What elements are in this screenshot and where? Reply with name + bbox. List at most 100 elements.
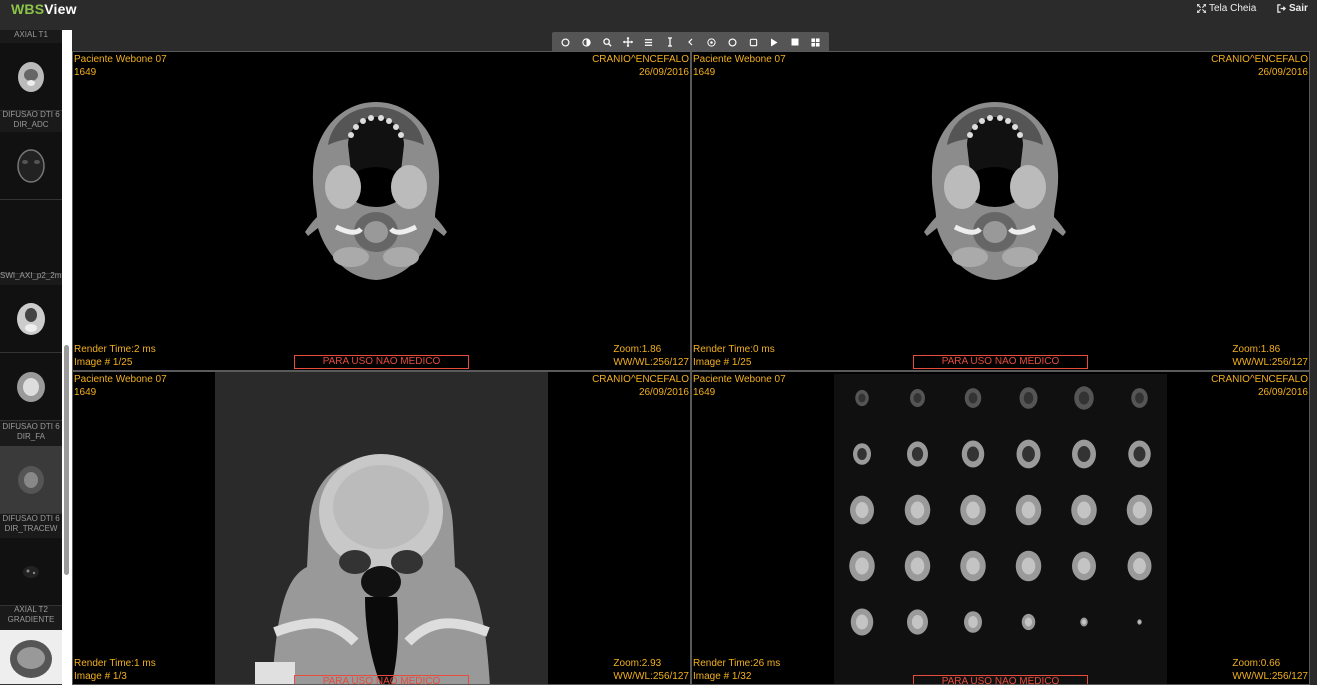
- mosaic-slice-inner: [1132, 501, 1147, 519]
- mosaic-slice-inner: [855, 502, 869, 518]
- mosaic-slice-inner: [1021, 557, 1036, 575]
- stack-icon: [645, 38, 653, 46]
- series-item[interactable]: DIFUSAO DTI 6 DIR_ADC: [0, 110, 62, 130]
- overlay-render-info: Render Time:0 ms Image # 1/25: [693, 343, 775, 369]
- layout-button[interactable]: [808, 34, 824, 50]
- fullscreen-button[interactable]: Tela Cheia: [1197, 3, 1256, 14]
- play-button[interactable]: [766, 34, 782, 50]
- mosaic-slice-inner: [1135, 392, 1144, 404]
- overlay-patient-info: Paciente Webone 07 1649: [74, 53, 167, 79]
- pan-button[interactable]: [620, 34, 636, 50]
- stop-button[interactable]: [787, 34, 803, 50]
- mosaic-slice-inner: [910, 557, 925, 575]
- mosaic-slice-inner: [1024, 617, 1033, 627]
- mosaic-slice-inner: [1082, 619, 1086, 625]
- window-level-button[interactable]: [557, 34, 573, 50]
- series-thumbnail[interactable]: [0, 285, 62, 353]
- series-item[interactable]: DIFUSAO DTI 6 DIR_TRACEW: [0, 514, 62, 534]
- mri-axial-image: [924, 102, 1066, 280]
- zoom-level: Zoom:0.66: [1232, 658, 1281, 669]
- series-thumbnail[interactable]: [0, 446, 62, 514]
- study-date: 26/09/2016: [1257, 387, 1308, 398]
- series-sublabel: DIR_FA: [16, 432, 45, 441]
- viewport-3[interactable]: Paciente Webone 07 1649 CRANIO^ENCEFALO …: [72, 371, 691, 685]
- series-thumbnail[interactable]: [0, 43, 62, 111]
- patient-name: Paciente Webone 07: [693, 54, 786, 65]
- render-time: Render Time:1 ms: [74, 658, 156, 669]
- target-icon: [707, 37, 716, 47]
- mosaic-slice-inner: [858, 393, 866, 403]
- series-label: AXIAL T1: [14, 30, 48, 39]
- rectangle-roi-icon: [749, 38, 757, 46]
- patient-name: Paciente Webone 07: [74, 374, 167, 385]
- mosaic-slice-inner: [1021, 501, 1036, 519]
- mosaic-slice-inner: [1133, 558, 1146, 574]
- sidebar-scrollbar-thumb[interactable]: [64, 345, 69, 575]
- study-date: 26/09/2016: [638, 67, 689, 78]
- series-item[interactable]: AXIAL T2 GRADIENTE: [0, 605, 62, 625]
- study-description: CRANIO^ENCEFALO: [1211, 54, 1308, 65]
- viewport-4[interactable]: Paciente Webone 07 1649 CRANIO^ENCEFALO …: [691, 371, 1310, 685]
- series-thumbnail[interactable]: [0, 200, 62, 274]
- overlay-patient-info: Paciente Webone 07 1649: [693, 373, 786, 399]
- series-thumbnail[interactable]: [0, 538, 62, 606]
- viewport-1[interactable]: Paciente Webone 07 1649 CRANIO^ENCEFALO …: [72, 51, 691, 371]
- mosaic-slice-inner: [1078, 391, 1090, 405]
- fullscreen-label: Tela Cheia: [1209, 3, 1257, 14]
- non-medical-use-banner: PARA USO NÃO MÉDICO: [294, 675, 469, 684]
- pan-icon: [622, 37, 633, 47]
- previous-button[interactable]: [682, 34, 698, 50]
- viewer-area: Paciente Webone 07 1649 CRANIO^ENCEFALO …: [72, 30, 1317, 685]
- study-description: CRANIO^ENCEFALO: [1211, 374, 1308, 385]
- play-icon: [770, 38, 778, 46]
- ellipse-roi-button[interactable]: [724, 34, 740, 50]
- non-medical-use-banner: PARA USO NÃO MÉDICO: [913, 675, 1088, 684]
- series-item[interactable]: AXIAL T1: [0, 30, 62, 40]
- overlay-study-info: CRANIO^ENCEFALO 26/09/2016: [592, 53, 689, 79]
- rectangle-roi-button[interactable]: [745, 34, 761, 50]
- overlay-patient-info: Paciente Webone 07 1649: [74, 373, 167, 399]
- mri-mosaic-image: [834, 374, 1167, 684]
- zoom-button[interactable]: [599, 34, 615, 50]
- series-sublabel: DIR_TRACEW: [4, 524, 58, 533]
- mosaic-slice-inner: [968, 392, 978, 404]
- ellipse-roi-icon: [728, 37, 737, 47]
- study-date: 26/09/2016: [1257, 67, 1308, 78]
- stop-icon: [791, 38, 799, 46]
- window-level: WW/WL:256/127: [613, 671, 689, 682]
- series-item[interactable]: SWI_AXI_p2_2mm: [0, 271, 62, 281]
- patient-id: 1649: [74, 387, 97, 398]
- overlay-render-info: Render Time:1 ms Image # 1/3: [74, 657, 156, 683]
- previous-icon: [688, 38, 693, 46]
- study-date: 26/09/2016: [638, 387, 689, 398]
- layout-icon: [811, 37, 820, 47]
- viewport-2[interactable]: Paciente Webone 07 1649 CRANIO^ENCEFALO …: [691, 51, 1310, 371]
- series-thumbnail[interactable]: [0, 630, 62, 685]
- expand-icon: [1197, 4, 1206, 13]
- series-thumbnail[interactable]: [0, 353, 62, 421]
- render-time: Render Time:0 ms: [693, 344, 775, 355]
- series-thumbnail[interactable]: [0, 132, 62, 200]
- image-index: Image # 1/25: [74, 357, 133, 368]
- mosaic-slice-inner: [855, 557, 869, 575]
- mosaic-slice-inner: [1022, 446, 1035, 462]
- stack-scroll-button[interactable]: [641, 34, 657, 50]
- overlay-study-info: CRANIO^ENCEFALO 26/09/2016: [592, 373, 689, 399]
- target-button[interactable]: [703, 34, 719, 50]
- window-level: WW/WL:256/127: [613, 357, 689, 368]
- contrast-button[interactable]: [578, 34, 594, 50]
- zoom-level: Zoom:1.86: [613, 344, 662, 355]
- overlay-study-info: CRANIO^ENCEFALO 26/09/2016: [1211, 373, 1308, 399]
- image-index: Image # 1/3: [74, 671, 127, 682]
- overlay-render-info: Render Time:2 ms Image # 1/25: [74, 343, 156, 369]
- mosaic-slice-inner: [1077, 446, 1091, 462]
- app-logo[interactable]: WBSView: [11, 1, 77, 17]
- length-button[interactable]: [662, 34, 678, 50]
- sign-out-icon: [1277, 4, 1286, 13]
- exit-button[interactable]: Sair: [1277, 3, 1308, 14]
- mosaic-slice-inner: [910, 501, 925, 519]
- mosaic-slice-inner: [1023, 392, 1034, 404]
- patient-id: 1649: [693, 67, 716, 78]
- zoom-level: Zoom:1.86: [1232, 344, 1281, 355]
- series-item[interactable]: DIFUSAO DTI 6 DIR_FA: [0, 422, 62, 442]
